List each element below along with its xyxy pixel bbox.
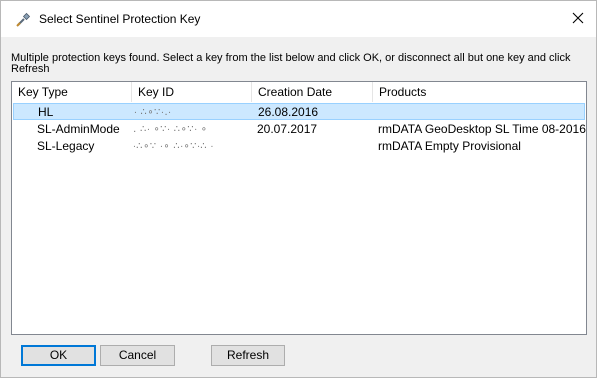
cell-creation-date: 20.07.2017	[257, 122, 318, 136]
cell-key-id: ∙ ∴∘∵∙․∙	[134, 107, 172, 118]
cell-key-type: SL-AdminMode	[37, 122, 120, 136]
dialog-window: Select Sentinel Protection Key Multiple …	[0, 0, 597, 378]
column-header-key-type[interactable]: Key Type	[12, 82, 132, 102]
close-icon	[572, 12, 584, 24]
table-row[interactable]: SL-AdminMode ․ ∴∙ ∘∵∙ ∴∘∵∙ ∘ 20.07.2017 …	[13, 121, 586, 138]
instruction-text: Multiple protection keys found. Select a…	[11, 52, 571, 75]
cell-creation-date: 26.08.2016	[258, 105, 319, 119]
ok-button[interactable]: OK	[21, 345, 96, 366]
title-bar: Select Sentinel Protection Key	[1, 1, 596, 37]
window-title: Select Sentinel Protection Key	[39, 12, 201, 26]
refresh-button[interactable]: Refresh	[211, 345, 285, 366]
cell-key-id: ․ ∴∙ ∘∵∙ ∴∘∵∙ ∘	[133, 124, 208, 135]
column-header-key-id[interactable]: Key ID	[132, 82, 252, 102]
cancel-button[interactable]: Cancel	[100, 345, 175, 366]
close-button[interactable]	[566, 7, 590, 29]
table-row[interactable]: SL-Legacy ∙∴∘∵ ∙∘ ∴∙∘∵∙∴ ∙ rmDATA Empty …	[13, 138, 585, 155]
column-header-creation-date[interactable]: Creation Date	[252, 82, 373, 102]
list-header: Key Type Key ID Creation Date Products	[12, 82, 586, 102]
cell-key-type: HL	[38, 105, 54, 119]
table-row[interactable]: HL ∙ ∴∘∵∙․∙ 26.08.2016	[13, 103, 585, 120]
cell-key-id: ∙∴∘∵ ∙∘ ∴∙∘∵∙∴ ∙	[133, 141, 214, 152]
key-icon	[15, 12, 31, 28]
cell-products: rmDATA Empty Provisional	[378, 139, 521, 153]
cell-products: rmDATA GeoDesktop SL Time 08-2016	[378, 122, 586, 136]
protection-key-list[interactable]: Key Type Key ID Creation Date Products H…	[11, 81, 587, 335]
cell-key-type: SL-Legacy	[37, 139, 95, 153]
column-header-products[interactable]: Products	[373, 82, 586, 102]
